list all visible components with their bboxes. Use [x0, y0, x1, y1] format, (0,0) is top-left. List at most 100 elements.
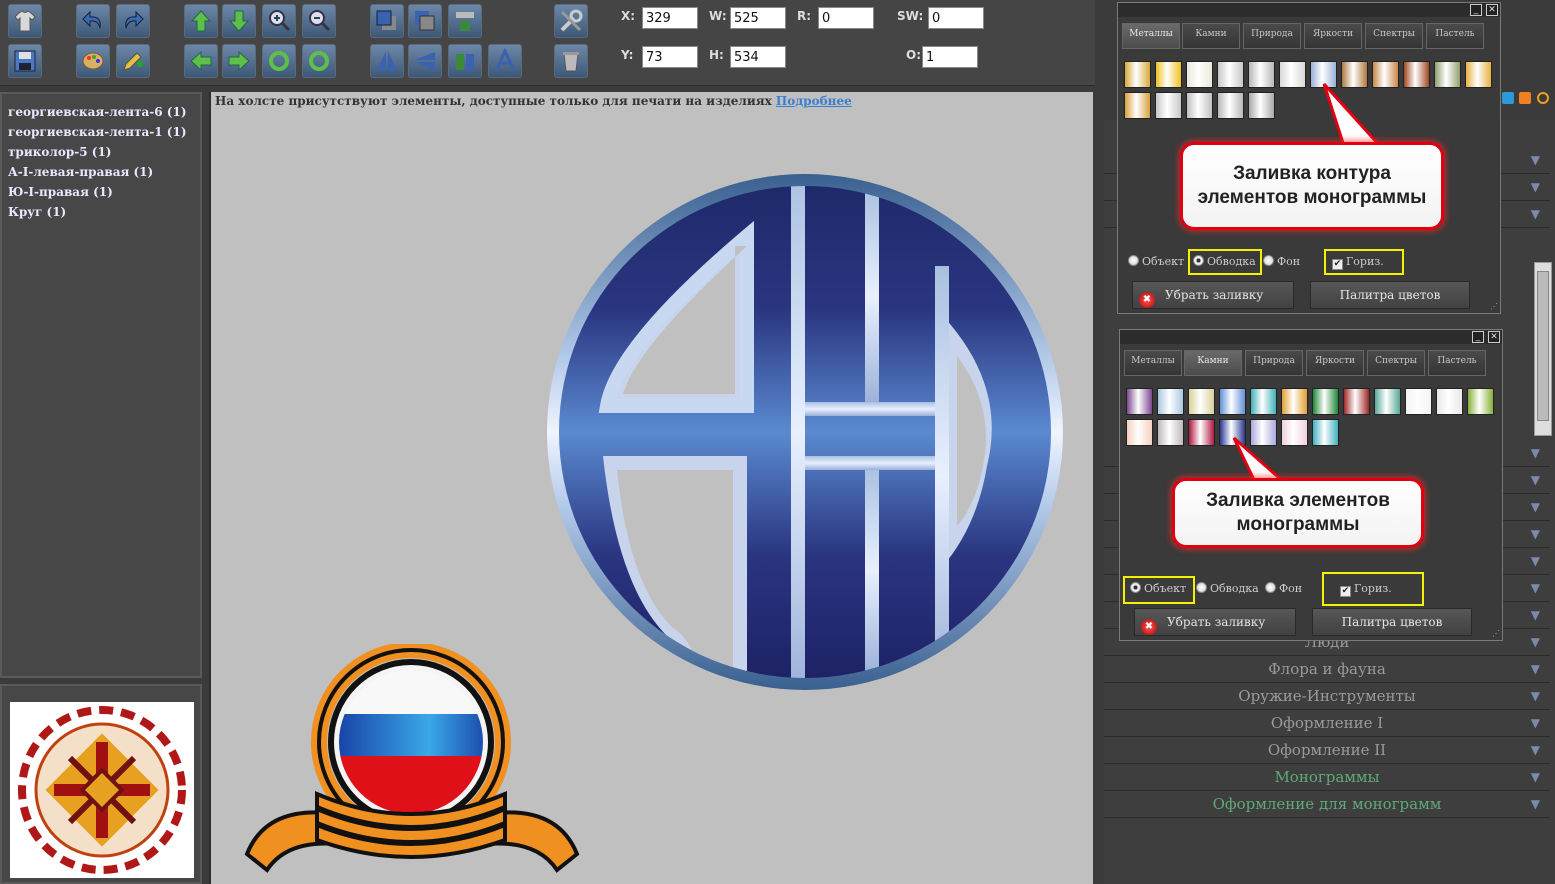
text-a-icon[interactable]: [488, 44, 522, 78]
color-swatch[interactable]: [1155, 61, 1182, 88]
resize-grip-icon[interactable]: ⋰: [1492, 629, 1500, 638]
arrow-up-icon[interactable]: [184, 4, 218, 38]
ribbon-flag-badge[interactable]: [227, 644, 597, 884]
x-input[interactable]: [642, 7, 698, 29]
tab-metals[interactable]: Металлы: [1122, 23, 1180, 49]
tab-spectra[interactable]: Спектры: [1367, 350, 1425, 376]
tab-nature[interactable]: Природа: [1243, 23, 1301, 49]
color-swatch[interactable]: [1281, 388, 1308, 415]
color-swatch[interactable]: [1312, 419, 1339, 446]
category-decor-1[interactable]: Оформление I ▼: [1104, 710, 1550, 737]
undo-icon[interactable]: [76, 4, 110, 38]
color-swatch[interactable]: [1188, 388, 1215, 415]
color-swatch[interactable]: [1465, 61, 1492, 88]
color-swatch[interactable]: [1248, 92, 1275, 119]
tab-stones[interactable]: Камни: [1182, 23, 1240, 49]
color-swatch[interactable]: [1250, 388, 1277, 415]
social-icon[interactable]: [1519, 92, 1531, 104]
arrow-left-icon[interactable]: [184, 44, 218, 78]
flip-vertical-icon[interactable]: [370, 44, 404, 78]
color-swatch[interactable]: [1157, 419, 1184, 446]
category-decor-2[interactable]: Оформление II ▼: [1104, 737, 1550, 764]
color-swatch[interactable]: [1436, 388, 1463, 415]
color-swatch[interactable]: [1219, 388, 1246, 415]
scrollbar[interactable]: [1534, 262, 1552, 436]
tab-stones[interactable]: Камни: [1184, 350, 1242, 376]
ornament-preview[interactable]: [10, 702, 194, 878]
color-swatch[interactable]: [1343, 388, 1370, 415]
color-swatch[interactable]: [1188, 419, 1215, 446]
tab-brightness[interactable]: Яркости: [1306, 350, 1364, 376]
arrow-right-icon[interactable]: [222, 44, 256, 78]
horizontal-checkbox[interactable]: ✔ Гориз.: [1332, 253, 1384, 271]
email-icon[interactable]: [1537, 92, 1549, 104]
trash-icon[interactable]: [554, 44, 588, 78]
h-input[interactable]: [730, 46, 786, 68]
color-swatch[interactable]: [1126, 419, 1153, 446]
color-swatch[interactable]: [1124, 61, 1151, 88]
send-back-icon[interactable]: [408, 4, 442, 38]
stroke-radio[interactable]: Обводка: [1196, 580, 1259, 598]
tab-brightness[interactable]: Яркости: [1304, 23, 1362, 49]
stroke-radio[interactable]: Обводка: [1193, 253, 1256, 271]
redo-icon[interactable]: [116, 4, 150, 38]
category-weapons-tools[interactable]: Оружие-Инструменты ▼: [1104, 683, 1550, 710]
remove-fill-button[interactable]: ✖ Убрать заливку: [1132, 281, 1294, 309]
object-radio[interactable]: Объект: [1130, 580, 1186, 598]
background-radio[interactable]: Фон: [1263, 253, 1300, 271]
layer-item[interactable]: А-I-левая-правая (1): [8, 162, 194, 182]
tab-pastel[interactable]: Пастель: [1428, 350, 1486, 376]
color-swatch[interactable]: [1312, 388, 1339, 415]
sw-input[interactable]: [928, 7, 984, 29]
color-swatch[interactable]: [1279, 61, 1306, 88]
palette-titlebar[interactable]: _ ✕: [1120, 330, 1502, 344]
save-icon[interactable]: [8, 44, 42, 78]
category-flora-fauna[interactable]: Флора и фауна ▼: [1104, 656, 1550, 683]
close-icon[interactable]: ✕: [1486, 4, 1498, 16]
tshirt-icon[interactable]: [8, 4, 42, 38]
rotate-left-icon[interactable]: [262, 44, 296, 78]
color-swatch[interactable]: [1186, 92, 1213, 119]
color-swatch[interactable]: [1403, 61, 1430, 88]
monogram-circle[interactable]: [547, 166, 1063, 698]
layer-item[interactable]: Ю-I-правая (1): [8, 182, 194, 202]
color-swatch[interactable]: [1155, 92, 1182, 119]
color-palette-button[interactable]: Палитра цветов: [1312, 608, 1472, 636]
edit-add-icon[interactable]: [116, 44, 150, 78]
layer-item[interactable]: триколор-5 (1): [8, 142, 194, 162]
minimize-icon[interactable]: _: [1472, 331, 1484, 343]
layer-item[interactable]: Круг (1): [8, 202, 194, 222]
tools-icon[interactable]: [554, 4, 588, 38]
bring-front-icon[interactable]: [370, 4, 404, 38]
remove-fill-button[interactable]: ✖ Убрать заливку: [1134, 608, 1296, 636]
background-radio[interactable]: Фон: [1265, 580, 1302, 598]
color-swatch[interactable]: [1217, 92, 1244, 119]
arrow-down-icon[interactable]: [222, 4, 256, 38]
color-swatch[interactable]: [1157, 388, 1184, 415]
minimize-icon[interactable]: _: [1470, 4, 1482, 16]
distribute-icon[interactable]: [448, 44, 482, 78]
w-input[interactable]: [730, 7, 786, 29]
tab-spectra[interactable]: Спектры: [1365, 23, 1423, 49]
color-swatch[interactable]: [1124, 92, 1151, 119]
more-link[interactable]: Подробнее: [776, 94, 852, 108]
design-canvas[interactable]: На холсте присутствуют элементы, доступн…: [209, 92, 1093, 884]
align-center-icon[interactable]: [448, 4, 482, 38]
close-icon[interactable]: ✕: [1488, 331, 1500, 343]
y-input[interactable]: [642, 46, 698, 68]
flip-horizontal-icon[interactable]: [408, 44, 442, 78]
tab-nature[interactable]: Природа: [1245, 350, 1303, 376]
tab-metals[interactable]: Металлы: [1124, 350, 1182, 376]
tab-pastel[interactable]: Пастель: [1426, 23, 1484, 49]
opacity-input[interactable]: [922, 46, 978, 68]
resize-grip-icon[interactable]: ⋰: [1490, 302, 1498, 311]
palette-titlebar[interactable]: _ ✕: [1118, 3, 1500, 17]
layer-item[interactable]: георгиевская-лента-6 (1): [8, 102, 194, 122]
object-radio[interactable]: Объект: [1128, 253, 1184, 271]
color-swatch[interactable]: [1374, 388, 1401, 415]
horizontal-checkbox[interactable]: ✔ Гориз.: [1340, 580, 1392, 598]
color-palette-button[interactable]: Палитра цветов: [1310, 281, 1470, 309]
zoom-in-icon[interactable]: [262, 4, 296, 38]
color-swatch[interactable]: [1434, 61, 1461, 88]
zoom-out-icon[interactable]: [302, 4, 336, 38]
